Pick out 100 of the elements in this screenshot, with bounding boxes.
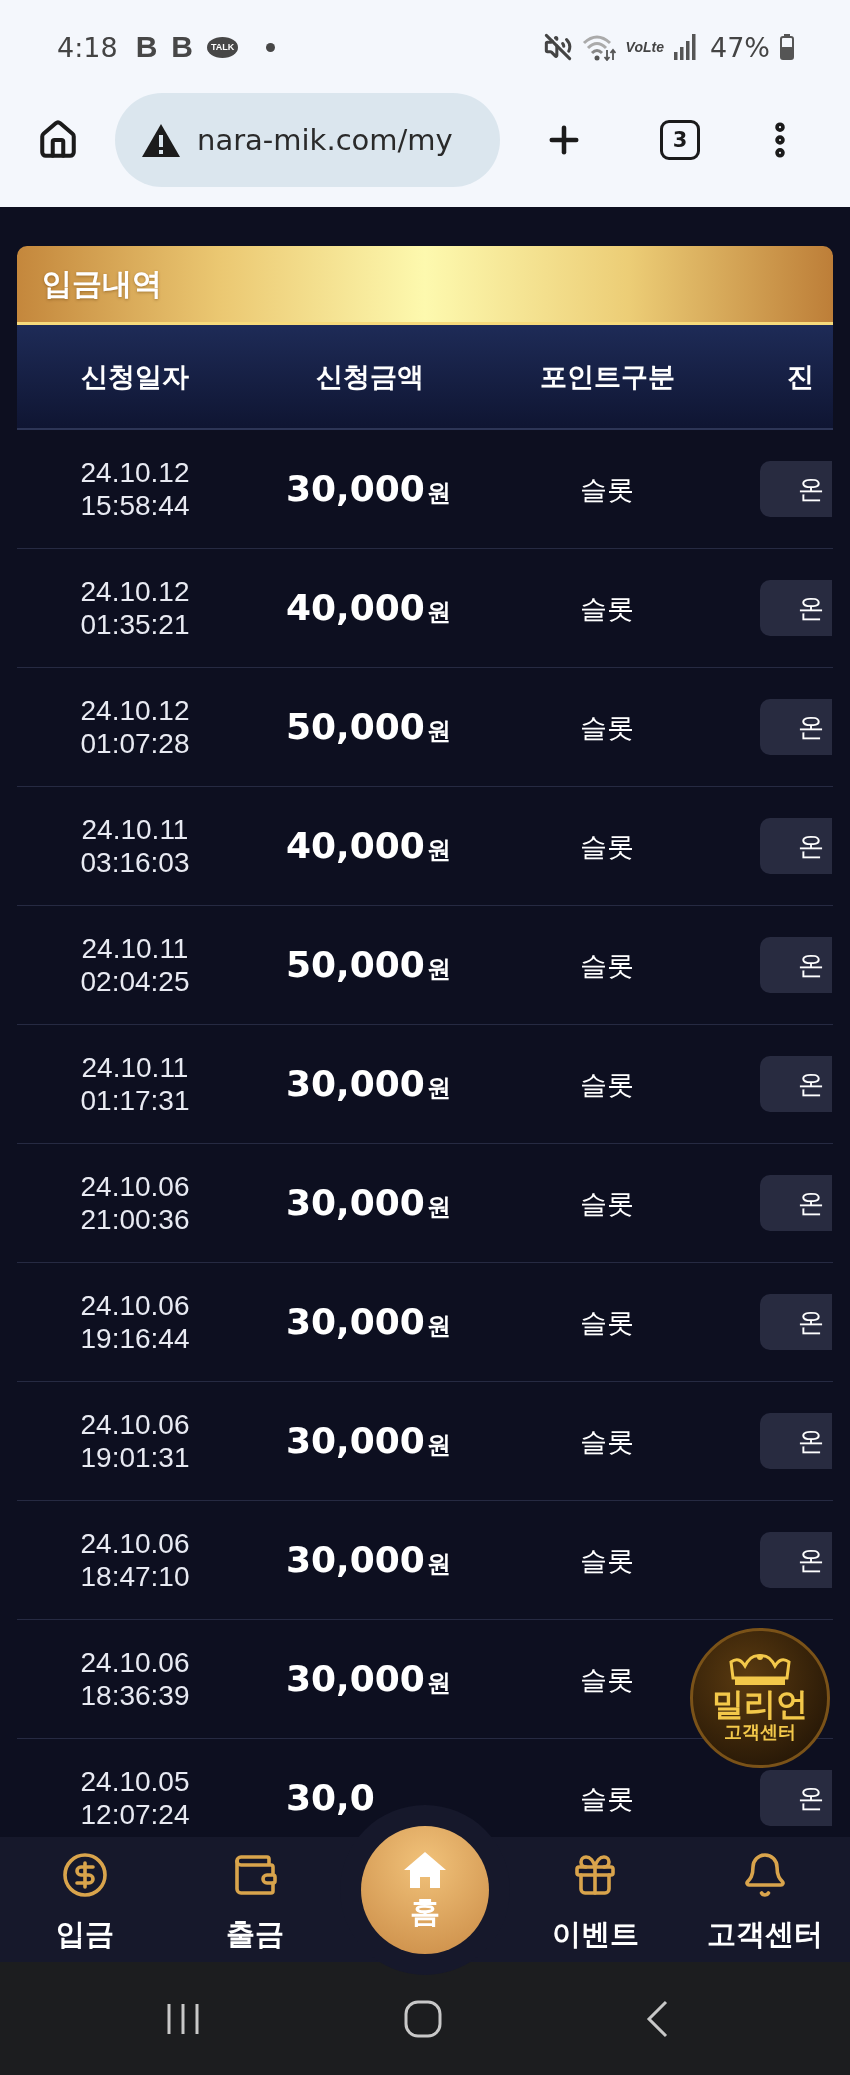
point-type-text: 슬롯 (580, 475, 634, 503)
currency-unit: 원 (426, 1552, 451, 1576)
currency-unit: 원 (426, 1195, 451, 1219)
amount-text: 50,000 (286, 947, 425, 983)
app-letter-icon: B (171, 32, 193, 62)
signal-icon (674, 34, 696, 60)
status-button[interactable]: 온 (760, 1413, 832, 1469)
date-text: 24.10.06 (80, 1408, 190, 1441)
dollar-coin-icon (61, 1851, 109, 1899)
currency-unit: 원 (426, 481, 451, 505)
time-text: 21:00:36 (80, 1203, 190, 1236)
currency-unit: 원 (426, 1671, 451, 1695)
point-type-text: 슬롯 (580, 1308, 634, 1336)
date-text: 24.10.06 (80, 1646, 190, 1679)
date-text: 24.10.06 (80, 1527, 190, 1560)
date-text: 24.10.06 (80, 1170, 190, 1203)
time-text: 01:07:28 (80, 727, 190, 760)
nav-tab[interactable]: 고객센터 (707, 1837, 823, 1962)
wifi-icon (581, 33, 616, 61)
time-text: 02:04:25 (80, 965, 190, 998)
time-text: 19:16:44 (80, 1322, 190, 1355)
point-type-text: 슬롯 (580, 1665, 634, 1693)
date-text: 24.10.12 (80, 456, 190, 489)
app-letter-icon: B (135, 32, 158, 62)
battery-icon (780, 34, 794, 60)
date-text: 24.10.05 (80, 1765, 190, 1798)
time-text: 18:47:10 (80, 1560, 190, 1593)
point-type-text: 슬롯 (580, 594, 634, 622)
amount-text: 50,000 (286, 709, 425, 745)
crown-icon (729, 1654, 791, 1686)
time-text: 01:35:21 (80, 608, 190, 641)
amount-text: 30,000 (286, 471, 425, 507)
status-button[interactable]: 온 (760, 1532, 832, 1588)
amount-text: 30,000 (286, 1542, 425, 1578)
house-icon (403, 1851, 447, 1889)
chat-bubble-icon: TALK (207, 36, 239, 58)
address-bar[interactable]: nara-mik.com/my (115, 93, 500, 187)
mute-icon (543, 33, 572, 61)
amount-text: 30,0 (286, 1780, 375, 1816)
amount-text: 40,000 (286, 828, 425, 864)
recent-apps-icon[interactable] (166, 2001, 200, 2036)
nav-tab[interactable]: 출금 (226, 1837, 284, 1962)
currency-unit: 원 (426, 838, 451, 862)
status-button[interactable]: 온 (760, 580, 832, 636)
date-text: 24.10.11 (81, 813, 189, 846)
home-icon[interactable] (37, 119, 79, 161)
status-button[interactable]: 온 (760, 1770, 832, 1826)
point-type-text: 슬롯 (580, 951, 634, 979)
date-text: 24.10.12 (80, 575, 190, 608)
point-type-text: 슬롯 (580, 1189, 634, 1217)
back-icon[interactable] (646, 1999, 668, 2038)
currency-unit: 원 (426, 1314, 451, 1338)
status-button[interactable]: 온 (760, 1294, 832, 1350)
point-type-text: 슬롯 (580, 1070, 634, 1098)
time-text: 18:36:39 (80, 1679, 190, 1712)
currency-unit: 원 (426, 1433, 451, 1457)
currency-unit: 원 (426, 1076, 451, 1100)
tab-count-button[interactable]: 3 (660, 120, 700, 160)
time-text: 15:58:44 (80, 489, 190, 522)
battery-percent: 47% (710, 33, 770, 61)
time-text: 03:16:03 (80, 846, 190, 879)
status-button[interactable]: 온 (760, 1175, 832, 1231)
point-type-text: 슬롯 (580, 1546, 634, 1574)
panel-title: 입금내역 (42, 269, 162, 299)
column-header: 포인트구분 (539, 363, 675, 390)
currency-unit: 원 (426, 957, 451, 981)
amount-text: 30,000 (286, 1304, 425, 1340)
status-button[interactable]: 온 (760, 699, 832, 755)
status-button[interactable]: 온 (760, 1056, 832, 1112)
time-text: 01:17:31 (80, 1084, 190, 1117)
column-header: 신청금액 (316, 363, 424, 390)
url-text: nara-mik.com/my (197, 125, 453, 155)
date-text: 24.10.06 (80, 1289, 190, 1322)
date-text: 24.10.11 (81, 932, 189, 965)
nav-tab[interactable]: 이벤트 (551, 1837, 639, 1962)
time-text: 12:07:24 (80, 1798, 190, 1831)
time-text: 19:01:31 (80, 1441, 190, 1474)
point-type-text: 슬롯 (580, 832, 634, 860)
amount-text: 40,000 (286, 590, 425, 626)
point-type-text: 슬롯 (580, 1427, 634, 1455)
volte-label: VoLte (625, 40, 664, 54)
date-text: 24.10.11 (81, 1051, 189, 1084)
status-button[interactable]: 온 (760, 461, 832, 517)
currency-unit: 원 (426, 600, 451, 624)
status-button[interactable]: 온 (760, 937, 832, 993)
column-header: 진 (787, 363, 814, 390)
currency-unit: 원 (426, 719, 451, 743)
status-button[interactable]: 온 (760, 818, 832, 874)
amount-text: 30,000 (286, 1185, 425, 1221)
amount-text: 30,000 (286, 1661, 425, 1697)
warning-icon (141, 122, 181, 158)
nav-tab[interactable]: 입금 (56, 1837, 114, 1962)
home-outline-icon[interactable] (404, 1999, 442, 2038)
clock-time: 4:18 (57, 33, 118, 61)
amount-text: 30,000 (286, 1066, 425, 1102)
amount-text: 30,000 (286, 1423, 425, 1459)
point-type-text: 슬롯 (580, 1784, 634, 1812)
point-type-text: 슬롯 (580, 713, 634, 741)
date-text: 24.10.12 (80, 694, 190, 727)
column-header: 신청일자 (81, 363, 189, 390)
